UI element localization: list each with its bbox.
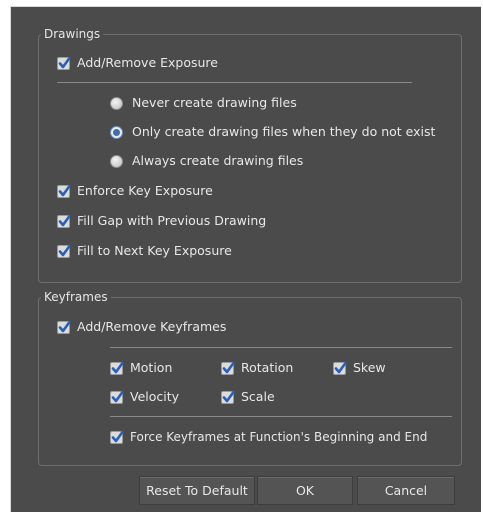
checkmark-icon: [110, 361, 124, 375]
radio-never-create[interactable]: Never create drawing files: [110, 95, 297, 111]
add-remove-exposure-checkbox[interactable]: Add/Remove Exposure: [57, 55, 218, 71]
scale-checkbox[interactable]: Scale: [221, 389, 275, 405]
drawings-group-title: Drawings: [41, 26, 104, 42]
fill-gap-checkbox[interactable]: Fill Gap with Previous Drawing: [57, 213, 266, 229]
radio-always-create-label: Always create drawing files: [132, 153, 304, 168]
checkmark-icon: [221, 361, 235, 375]
checkmark-icon: [221, 390, 235, 404]
skew-label: Skew: [353, 360, 386, 375]
checkmark-icon: [57, 56, 71, 70]
checkmark-icon: [57, 184, 71, 198]
velocity-label: Velocity: [130, 389, 180, 404]
skew-checkbox[interactable]: Skew: [333, 360, 386, 376]
force-keyframes-label: Force Keyframes at Function's Beginning …: [130, 430, 428, 444]
radio-only-create-label: Only create drawing files when they do n…: [132, 124, 436, 139]
motion-label: Motion: [130, 360, 173, 375]
rotation-checkbox[interactable]: Rotation: [221, 360, 293, 376]
checkmark-icon: [110, 430, 124, 444]
radio-never-create-label: Never create drawing files: [132, 95, 297, 110]
add-remove-exposure-label: Add/Remove Exposure: [77, 55, 218, 70]
checkmark-icon: [333, 361, 347, 375]
checkmark-icon: [57, 320, 71, 334]
motion-checkbox[interactable]: Motion: [110, 360, 172, 376]
keyframes-separator-top: [110, 347, 452, 348]
fill-gap-label: Fill Gap with Previous Drawing: [77, 213, 267, 228]
scale-label: Scale: [241, 389, 275, 404]
checkmark-icon: [57, 244, 71, 258]
add-remove-keyframes-checkbox[interactable]: Add/Remove Keyframes: [57, 319, 226, 335]
checkmark-icon: [57, 214, 71, 228]
velocity-checkbox[interactable]: Velocity: [110, 389, 179, 405]
radio-only-create[interactable]: Only create drawing files when they do n…: [110, 124, 435, 140]
enforce-key-exposure-checkbox[interactable]: Enforce Key Exposure: [57, 183, 213, 199]
exposure-preferences-dialog: Drawings Add/Remove Exposure Never creat…: [10, 6, 481, 512]
enforce-key-exposure-label: Enforce Key Exposure: [77, 183, 213, 198]
add-remove-keyframes-label: Add/Remove Keyframes: [77, 319, 227, 334]
cancel-button[interactable]: Cancel: [357, 476, 455, 505]
keyframes-group-title: Keyframes: [41, 289, 111, 305]
checkmark-icon: [110, 390, 124, 404]
ok-button[interactable]: OK: [257, 476, 353, 505]
radio-selected-icon: [110, 125, 123, 139]
radio-unselected-icon: [110, 154, 123, 168]
radio-unselected-icon: [110, 96, 123, 110]
fill-to-next-label: Fill to Next Key Exposure: [77, 243, 232, 258]
drawings-separator: [57, 82, 412, 83]
force-keyframes-checkbox[interactable]: Force Keyframes at Function's Beginning …: [110, 429, 427, 445]
reset-to-default-button[interactable]: Reset To Default: [139, 476, 255, 505]
fill-to-next-checkbox[interactable]: Fill to Next Key Exposure: [57, 243, 232, 259]
radio-always-create[interactable]: Always create drawing files: [110, 153, 303, 169]
rotation-label: Rotation: [241, 360, 294, 375]
keyframes-separator-bottom: [110, 416, 452, 417]
